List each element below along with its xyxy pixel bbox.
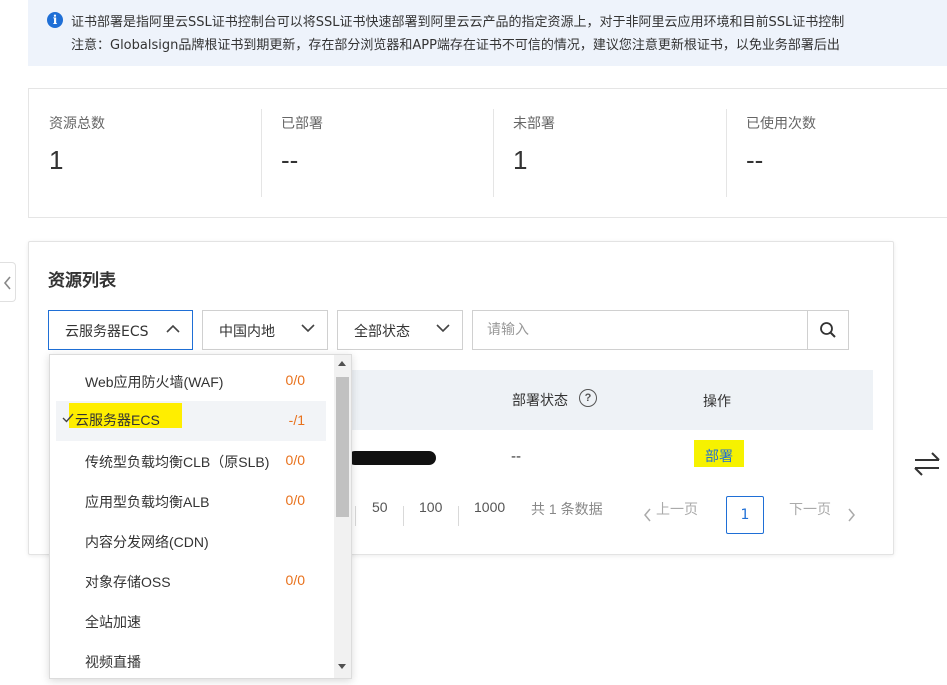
info-icon: i xyxy=(47,12,63,28)
dropdown-item-clb[interactable]: 传统型负载均衡CLB（原SLB) 0/0 xyxy=(56,441,326,481)
stat-usage-count: 已使用次数 -- xyxy=(726,89,947,217)
dropdown-item-oss[interactable]: 对象存储OSS 0/0 xyxy=(56,561,326,601)
page-button-current[interactable]: 1 xyxy=(726,496,764,534)
chevron-up-icon xyxy=(166,324,180,333)
redacted-resource-name xyxy=(348,451,436,465)
stat-label: 未部署 xyxy=(513,116,555,132)
stat-value: 1 xyxy=(513,145,528,175)
dropdown-item-waf[interactable]: Web应用防火墙(WAF) 0/0 xyxy=(56,361,326,401)
dropdown-scrollbar[interactable] xyxy=(334,355,351,678)
dropdown-item-dcdn[interactable]: 全站加速 xyxy=(56,601,326,641)
stat-deployed: 已部署 -- xyxy=(261,89,493,217)
page-size-1000[interactable]: 1000 xyxy=(474,499,505,515)
notice-text-line1: 证书部署是指阿里云SSL证书控制台可以将SSL证书快速部署到阿里云云产品的指定资… xyxy=(71,15,845,30)
search-input[interactable] xyxy=(473,311,805,349)
dropdown-item-label: 传统型负载均衡CLB（原SLB) xyxy=(85,454,270,470)
divider xyxy=(355,506,356,526)
stat-total-resources: 资源总数 1 xyxy=(29,89,261,217)
stats-card: 资源总数 1 已部署 -- 未部署 1 已使用次数 -- xyxy=(28,88,947,218)
dropdown-item-live[interactable]: 视频直播 xyxy=(56,641,326,678)
dropdown-item-count: 0/0 xyxy=(285,572,305,588)
dropdown-item-label: 对象存储OSS xyxy=(85,574,171,590)
scroll-down-arrow-icon[interactable] xyxy=(338,664,346,669)
dropdown-item-alb[interactable]: 应用型负载均衡ALB 0/0 xyxy=(56,481,326,521)
notice-text-line2: 注意：Globalsign品牌根证书到期更新，存在部分浏览器和APP端存在证书不… xyxy=(71,38,840,53)
sidebar-collapse-handle[interactable] xyxy=(0,262,16,302)
column-actions: 操作 xyxy=(703,394,731,410)
stat-value: 1 xyxy=(49,145,64,175)
product-dropdown-menu: Web应用防火墙(WAF) 0/0 云服务器ECS -/1 传统型负载均衡CLB… xyxy=(49,354,352,679)
chevron-left-icon xyxy=(3,276,11,290)
dropdown-item-ecs[interactable]: 云服务器ECS -/1 xyxy=(56,401,326,441)
dropdown-item-label: 云服务器ECS xyxy=(75,412,160,428)
total-count: 共 1 条数据 xyxy=(531,501,603,517)
chevron-right-icon xyxy=(848,508,855,522)
scrollbar-thumb[interactable] xyxy=(336,377,349,517)
dropdown-item-cdn[interactable]: 内容分发网络(CDN) xyxy=(56,521,326,561)
check-icon xyxy=(62,413,74,423)
search-button[interactable] xyxy=(807,311,848,349)
prev-page-button[interactable]: 上一页 xyxy=(656,499,698,519)
help-icon[interactable]: ? xyxy=(579,389,597,407)
dropdown-item-count: -/1 xyxy=(288,412,305,428)
stat-label: 资源总数 xyxy=(49,116,105,132)
region-select-value: 中国内地 xyxy=(219,324,275,340)
divider xyxy=(403,506,404,526)
stat-label: 已使用次数 xyxy=(746,116,816,132)
dropdown-item-count: 0/0 xyxy=(285,492,305,508)
next-page-button[interactable]: 下一页 xyxy=(789,499,831,519)
divider xyxy=(458,506,459,526)
chevron-left-icon xyxy=(644,508,651,522)
section-title: 资源列表 xyxy=(48,271,116,291)
chevron-down-icon xyxy=(436,324,450,333)
table-header: 部署状态 操作 xyxy=(349,370,873,430)
stat-value: -- xyxy=(281,145,299,175)
product-select[interactable]: 云服务器ECS xyxy=(48,310,193,350)
swap-icon[interactable] xyxy=(912,450,942,478)
dropdown-item-count: 0/0 xyxy=(285,452,305,468)
dropdown-item-label: 视频直播 xyxy=(85,654,141,670)
row-deploy-status: -- xyxy=(511,449,522,465)
chevron-down-icon xyxy=(301,324,315,333)
status-select[interactable]: 全部状态 xyxy=(337,310,463,350)
region-select[interactable]: 中国内地 xyxy=(202,310,328,350)
dropdown-item-count: 0/0 xyxy=(285,372,305,388)
scroll-up-arrow-icon[interactable] xyxy=(338,361,346,366)
notice-banner: i 证书部署是指阿里云SSL证书控制台可以将SSL证书快速部署到阿里云云产品的指… xyxy=(28,0,947,66)
page-size-100[interactable]: 100 xyxy=(419,499,442,515)
dropdown-item-label: Web应用防火墙(WAF) xyxy=(85,374,224,390)
dropdown-item-label: 全站加速 xyxy=(85,614,141,630)
stat-not-deployed: 未部署 1 xyxy=(493,89,725,217)
dropdown-item-label: 内容分发网络(CDN) xyxy=(85,534,209,550)
status-select-value: 全部状态 xyxy=(354,324,410,340)
search-field xyxy=(472,310,849,350)
stat-label: 已部署 xyxy=(281,116,323,132)
product-select-value: 云服务器ECS xyxy=(65,324,149,340)
page-size-50[interactable]: 50 xyxy=(372,499,388,515)
stat-value: -- xyxy=(746,145,764,175)
dropdown-item-label: 应用型负载均衡ALB xyxy=(85,494,210,510)
deploy-link[interactable]: 部署 xyxy=(694,440,744,467)
column-deploy-status: 部署状态 xyxy=(512,393,568,409)
search-icon xyxy=(820,322,836,338)
